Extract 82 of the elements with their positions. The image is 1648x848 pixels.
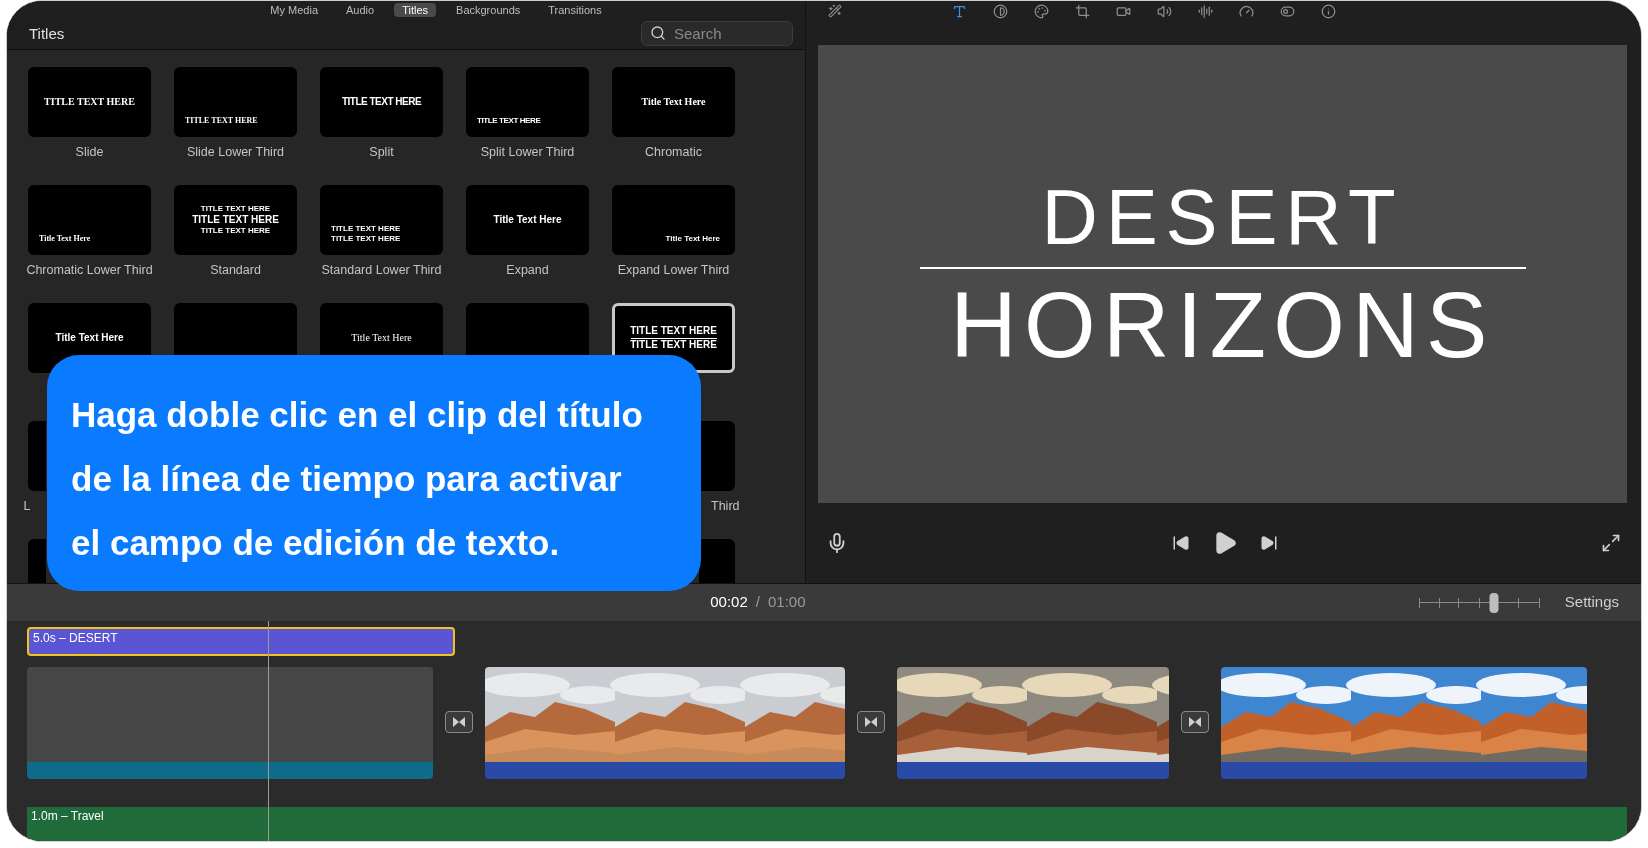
preview-text: Title Text Here: [39, 234, 91, 245]
title-label: Expand Lower Third: [616, 263, 731, 278]
title-thumbnail[interactable]: TITLE TEXT HERE TITLE TEXT HERE TITLE TEXT HERE: [174, 185, 297, 256]
audio-bars-icon[interactable]: [1198, 3, 1213, 19]
browser-tab[interactable]: My Media: [262, 2, 327, 17]
title-thumbnail[interactable]: TITLE TEXT HERE: [174, 67, 297, 138]
preview-text: TITLE TEXT HERE: [192, 213, 279, 227]
preview-text: TITLE TEXT HERE: [200, 226, 271, 237]
panel-title: Titles: [29, 23, 65, 44]
title-clip[interactable]: 5.0s – DESERT: [27, 627, 455, 656]
preview-text: TITLE TEXT HERE: [341, 95, 422, 109]
magic-wand-icon[interactable]: [828, 4, 842, 18]
preview-title: DESERT: [1041, 173, 1404, 261]
title-thumbnail[interactable]: Title Text Here: [612, 185, 735, 256]
preview-text: Title Text Here: [641, 95, 706, 109]
speaker-icon[interactable]: [1157, 3, 1172, 19]
title-label: Chromatic: [644, 145, 703, 160]
video-clip[interactable]: [27, 667, 433, 779]
settings-button[interactable]: Settings: [1564, 591, 1619, 614]
title-thumbnail[interactable]: Title Text Here: [466, 185, 589, 256]
preview-text: TITLE TEXT HERE: [630, 338, 717, 352]
transition-button[interactable]: [1181, 711, 1209, 733]
title-thumbnail[interactable]: [699, 421, 735, 492]
search-field[interactable]: Search: [641, 21, 793, 47]
toggle-icon[interactable]: [1280, 3, 1295, 19]
browser-tab[interactable]: Titles: [394, 2, 437, 17]
current-time: 00:02: [710, 592, 748, 613]
title-label: L: [22, 499, 32, 514]
title-label: Chromatic Lower Third: [25, 263, 154, 278]
title-thumbnail[interactable]: [28, 421, 46, 492]
video-clip[interactable]: [1221, 667, 1587, 779]
search-icon: [650, 25, 666, 42]
title-thumbnail[interactable]: TITLE TEXT HERE: [320, 67, 443, 138]
transition-icon: [452, 716, 466, 728]
transition-icon: [1188, 716, 1202, 728]
text-icon[interactable]: [952, 3, 967, 19]
preview-text: TITLE TEXT HERE: [200, 203, 271, 214]
browser-tab[interactable]: Audio: [338, 2, 383, 17]
palette-icon[interactable]: [1034, 3, 1049, 19]
browser-tab[interactable]: Backgrounds: [448, 2, 529, 17]
title-thumbnail[interactable]: Title Text Here: [612, 67, 735, 138]
transition-button[interactable]: [857, 711, 885, 733]
preview-text: Title Text Here: [351, 331, 412, 345]
tooltip-text: Haga doble clic en el clip del título de la línea de tiempo para activar el campo de edición de texto.: [71, 394, 643, 564]
preview-text: TITLE TEXT HERE: [477, 116, 541, 127]
preview-text: TITLE TEXT HERE: [331, 224, 401, 235]
total-time: 01:00: [768, 592, 806, 613]
time-separator: /: [755, 592, 760, 613]
title-label: Standard: [209, 263, 262, 278]
title-label: Split: [368, 145, 395, 160]
slider-thumb[interactable]: [1489, 592, 1499, 613]
preview-text: Title Text Here: [55, 331, 124, 345]
fullscreen-icon[interactable]: [1601, 533, 1621, 553]
preview-text: TITLE TEXT HERE: [44, 95, 135, 109]
preview-text: TITLE TEXT HERE: [185, 116, 258, 127]
color-balance-icon[interactable]: [993, 3, 1008, 19]
skip-forward-icon[interactable]: [1259, 534, 1278, 552]
title-label: Slide: [74, 145, 105, 160]
transition-button[interactable]: [445, 711, 473, 733]
zoom-slider[interactable]: [1418, 592, 1539, 613]
transition-icon: [864, 716, 878, 728]
title-label: Expand: [505, 263, 550, 278]
preview-text: Title Text Here: [665, 234, 720, 245]
preview-text: TITLE TEXT HERE: [630, 325, 717, 338]
preview-title: HORIZONS: [950, 275, 1495, 375]
title-label: Standard Lower Third: [320, 263, 443, 278]
audio-clip[interactable]: 1.0m – Travel: [27, 807, 1627, 841]
title-thumbnail[interactable]: TITLE TEXT HERE: [28, 67, 151, 138]
info-icon[interactable]: [1321, 3, 1336, 19]
title-label: Split Lower Third: [479, 145, 576, 160]
preview-text: TITLE TEXT HERE: [331, 234, 401, 245]
video-clip[interactable]: [485, 667, 845, 779]
title-label: Slide Lower Third: [185, 145, 285, 160]
title-label: Third: [710, 499, 741, 514]
skip-back-icon[interactable]: [1171, 534, 1190, 552]
speed-gauge-icon[interactable]: [1239, 3, 1254, 19]
browser-tab[interactable]: Transitions: [540, 2, 610, 17]
title-thumbnail[interactable]: Title Text Here: [28, 185, 151, 256]
title-thumbnail[interactable]: TITLE TEXT HERE: [466, 67, 589, 138]
title-thumbnail[interactable]: TITLE TEXT HERE TITLE TEXT HERE: [320, 185, 443, 256]
preview-text: Title Text Here: [493, 213, 562, 227]
crop-icon[interactable]: [1075, 3, 1090, 19]
